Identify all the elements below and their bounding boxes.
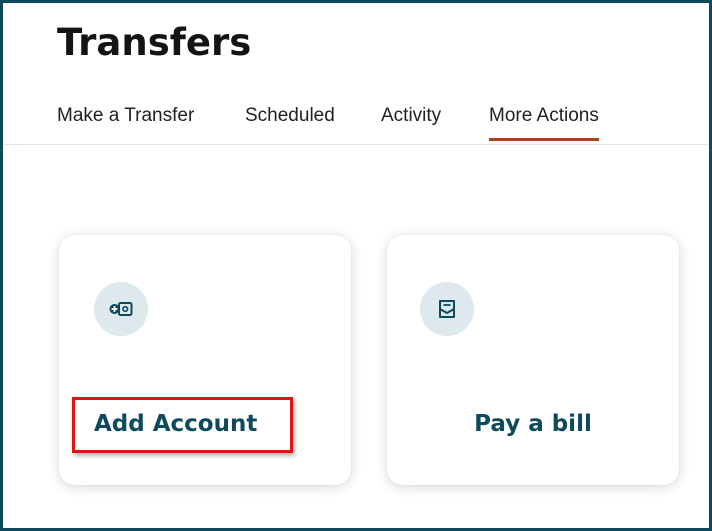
add-account-icon xyxy=(94,282,148,336)
tab-activity[interactable]: Activity xyxy=(381,103,441,141)
add-account-label: Add Account xyxy=(94,411,258,437)
add-account-card[interactable]: Add Account xyxy=(59,235,351,485)
app-frame: Transfers Make a Transfer Scheduled Acti… xyxy=(0,0,712,531)
tab-more-actions[interactable]: More Actions xyxy=(489,103,599,141)
tab-bar: Make a Transfer Scheduled Activity More … xyxy=(3,101,709,145)
pay-bill-label: Pay a bill xyxy=(474,411,592,437)
pay-bill-icon xyxy=(420,282,474,336)
tab-make-a-transfer[interactable]: Make a Transfer xyxy=(57,103,194,141)
tab-scheduled[interactable]: Scheduled xyxy=(245,103,335,141)
page-title: Transfers xyxy=(57,21,252,64)
pay-bill-card[interactable]: Pay a bill xyxy=(387,235,679,485)
